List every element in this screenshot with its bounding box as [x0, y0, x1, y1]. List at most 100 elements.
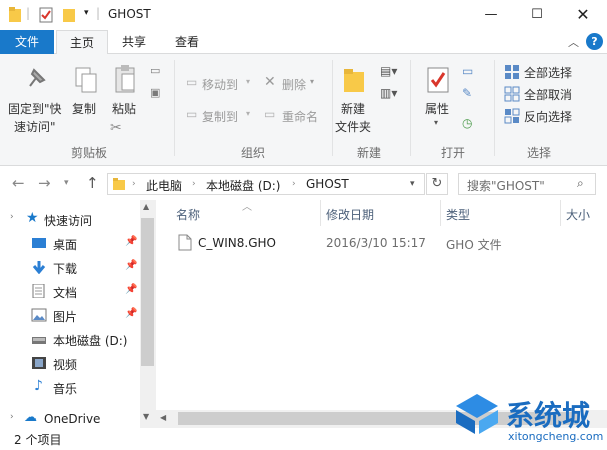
recent-locations-icon[interactable]: ▾	[64, 178, 69, 188]
nav-item-desktop[interactable]: 桌面 📌	[0, 232, 140, 254]
pin-quick-access-button[interactable]: 固定到"快 速访问"	[4, 62, 64, 142]
select-none-button[interactable]: 全部取消	[502, 84, 602, 104]
column-header-modified[interactable]: 修改日期	[326, 206, 374, 223]
breadcrumb-this-pc[interactable]: 此电脑	[146, 177, 182, 194]
breadcrumb-ghost[interactable]: GHOST	[306, 177, 349, 191]
copy-button[interactable]: 复制	[68, 62, 104, 124]
nav-label-quick-access: 快速访问	[44, 214, 93, 228]
back-button[interactable]: ←	[12, 174, 25, 192]
column-divider[interactable]	[320, 200, 321, 226]
invert-selection-button[interactable]: 反向选择	[502, 106, 602, 126]
column-header-name[interactable]: 名称	[176, 206, 200, 223]
easy-access-icon[interactable]: ▥▾	[380, 86, 397, 100]
nav-scrollbar-thumb[interactable]	[141, 218, 154, 366]
pin-icon	[29, 68, 46, 87]
copy-path-icon[interactable]: ▭	[150, 64, 160, 77]
paste-icon	[115, 65, 135, 93]
file-type: GHO 文件	[446, 238, 502, 252]
pin-label-line1: 固定到"快	[8, 102, 62, 116]
document-icon	[32, 284, 45, 298]
search-icon[interactable]: ⌕	[577, 176, 584, 191]
tab-share[interactable]: 共享	[112, 30, 156, 54]
nav-label-drive-d: 本地磁盘 (D:)	[53, 334, 128, 348]
title-bar: | ▾ | GHOST — ☐ ✕	[0, 0, 607, 30]
breadcrumb-chevron-icon[interactable]: ›	[292, 179, 296, 189]
window-title: GHOST	[108, 7, 151, 21]
nav-item-quick-access[interactable]: › ★ 快速访问	[0, 208, 140, 230]
new-folder-button[interactable]: 新建 文件夹	[334, 62, 376, 138]
group-select: 选择	[526, 146, 551, 160]
nav-label-pictures: 图片	[53, 310, 78, 324]
new-item-icon[interactable]: ▤▾	[380, 64, 397, 78]
column-divider[interactable]	[440, 200, 441, 226]
watermark-brand: 系统城	[506, 399, 591, 432]
nav-item-music[interactable]: ♪ 音乐	[0, 376, 140, 398]
new-folder-quick-icon[interactable]	[62, 6, 76, 24]
properties-quick-icon[interactable]	[38, 6, 54, 24]
invert-selection-label: 反向选择	[524, 110, 573, 124]
watermark-url: xitongcheng.com	[508, 430, 604, 443]
edit-icon[interactable]: ✎	[462, 86, 472, 100]
collapse-ribbon-icon[interactable]: ︿	[568, 34, 579, 50]
scroll-down-icon[interactable]: ▼	[143, 412, 149, 421]
expand-chevron-icon[interactable]: ›	[10, 412, 14, 422]
nav-item-drive-d[interactable]: 本地磁盘 (D:)	[0, 328, 140, 350]
breadcrumb-chevron-icon[interactable]: ›	[192, 179, 196, 189]
minimize-button[interactable]: —	[468, 0, 514, 30]
nav-item-videos[interactable]: 视频	[0, 352, 140, 374]
navigation-pane: › ★ 快速访问 桌面 📌 下载 📌 文档 📌 图片 📌 本地磁盘 (D:) 视…	[0, 200, 156, 428]
up-button[interactable]: ↑	[86, 174, 99, 192]
nav-label-documents: 文档	[53, 286, 78, 300]
pin-icon[interactable]: 📌	[125, 284, 137, 295]
quick-access-dropdown-icon[interactable]: ▾	[84, 8, 89, 18]
open-icon[interactable]: ▭	[462, 64, 473, 78]
pin-icon[interactable]: 📌	[125, 308, 137, 319]
drive-icon	[32, 337, 46, 344]
paste-label: 粘贴	[112, 102, 137, 116]
address-bar[interactable]: › 此电脑 › 本地磁盘 (D:) › GHOST ▾	[107, 173, 425, 195]
close-button[interactable]: ✕	[560, 0, 606, 30]
column-divider[interactable]	[560, 200, 561, 226]
nav-item-downloads[interactable]: 下载 📌	[0, 256, 140, 278]
group-open: 打开	[440, 146, 465, 160]
copy-icon	[75, 67, 97, 93]
tab-view[interactable]: 查看	[164, 30, 210, 54]
help-icon[interactable]: ?	[586, 33, 603, 50]
rename-button[interactable]: ▭ 重命名	[264, 106, 326, 126]
column-header-type[interactable]: 类型	[446, 206, 470, 223]
new-folder-label-line2: 文件夹	[335, 120, 372, 134]
cloud-icon: ☁	[24, 410, 37, 425]
paste-button[interactable]: 粘贴	[108, 62, 144, 124]
file-name: C_WIN8.GHO	[198, 236, 276, 250]
history-icon[interactable]: ◷	[462, 116, 472, 130]
breadcrumb-drive-d[interactable]: 本地磁盘 (D:)	[206, 177, 280, 194]
refresh-button[interactable]: ↻	[426, 173, 448, 195]
delete-button[interactable]: ✕ 删除 ▾	[264, 74, 324, 94]
cut-icon[interactable]: ✂	[110, 120, 122, 136]
nav-item-pictures[interactable]: 图片 📌	[0, 304, 140, 326]
scroll-left-icon[interactable]: ◀	[160, 413, 166, 422]
expand-chevron-icon[interactable]: ›	[10, 212, 14, 222]
nav-item-onedrive[interactable]: › ☁ OneDrive	[0, 408, 140, 430]
tab-file[interactable]: 文件	[0, 30, 54, 54]
desktop-icon	[32, 238, 46, 248]
nav-label-downloads: 下载	[53, 262, 78, 276]
pin-icon[interactable]: 📌	[125, 236, 137, 247]
forward-button[interactable]: →	[38, 174, 51, 192]
properties-button[interactable]: 属性 ▾	[418, 62, 458, 138]
tab-home[interactable]: 主页	[56, 30, 108, 55]
maximize-button[interactable]: ☐	[514, 0, 560, 30]
file-row[interactable]: C_WIN8.GHO 2016/3/10 15:17 GHO 文件	[166, 232, 596, 254]
pin-icon[interactable]: 📌	[125, 260, 137, 271]
move-to-button[interactable]: ▭ 移动到 ▾	[184, 74, 256, 94]
search-input[interactable]: 搜索"GHOST" ⌕	[458, 173, 596, 195]
select-all-button[interactable]: 全部选择	[502, 62, 602, 82]
breadcrumb-chevron-icon[interactable]: ›	[132, 179, 136, 189]
address-dropdown-icon[interactable]: ▾	[410, 179, 415, 189]
copy-to-icon: ▭	[186, 107, 198, 121]
copy-to-button[interactable]: ▭ 复制到 ▾	[184, 106, 256, 126]
paste-shortcut-icon[interactable]: ▣	[150, 86, 160, 99]
nav-item-documents[interactable]: 文档 📌	[0, 280, 140, 302]
scroll-up-icon[interactable]: ▲	[143, 202, 149, 211]
column-header-size[interactable]: 大小	[566, 206, 590, 223]
